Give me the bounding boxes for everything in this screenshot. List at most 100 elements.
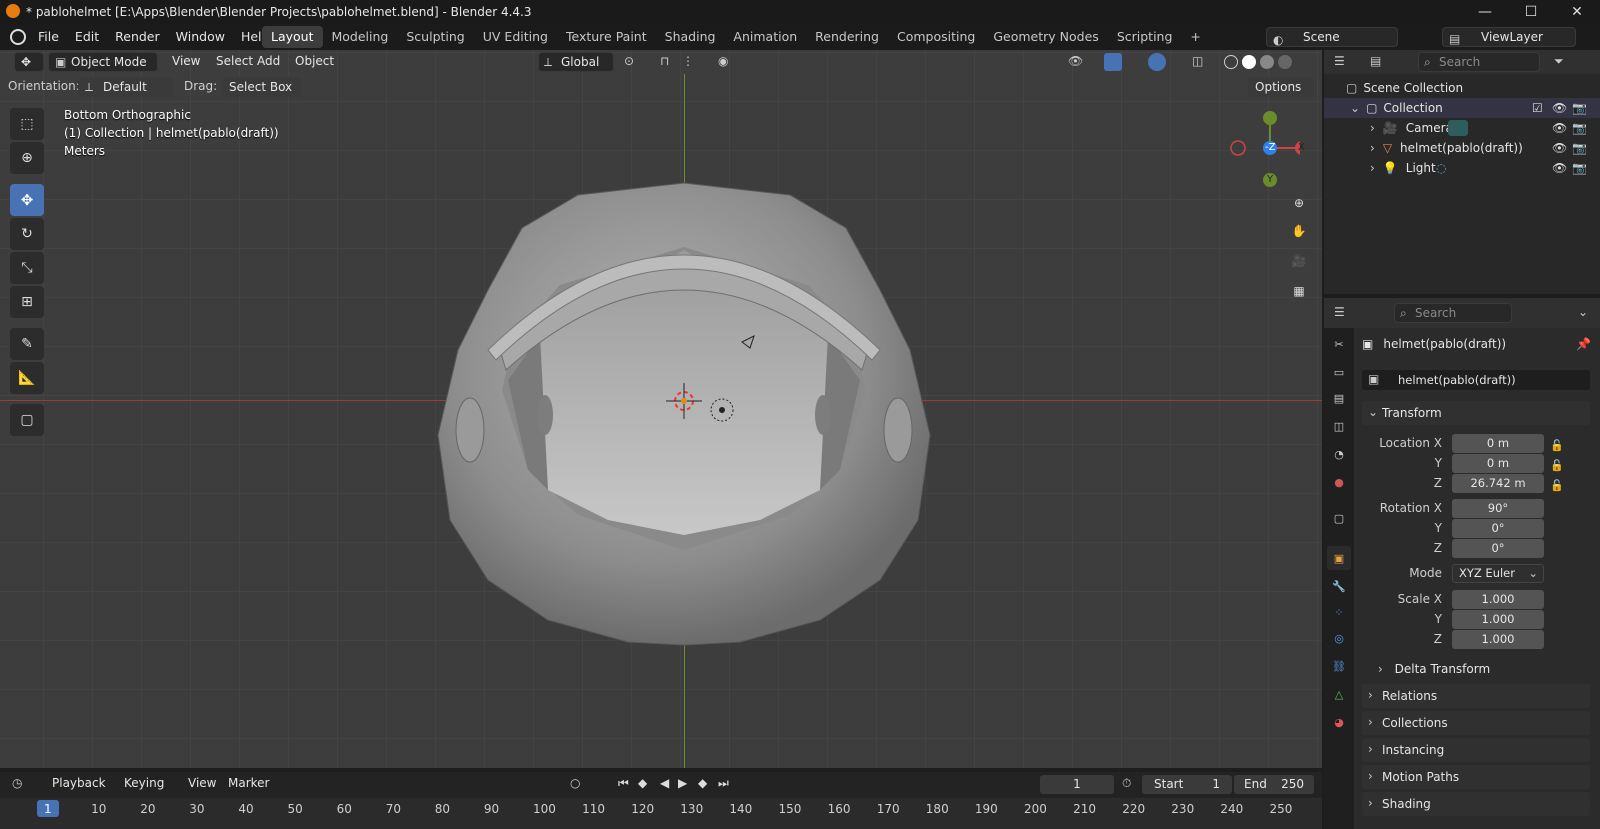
rotation-y-field[interactable]: 0° bbox=[1452, 519, 1544, 538]
scene-selector[interactable]: ◐ Scene bbox=[1266, 27, 1398, 47]
transform-tool[interactable]: ⊞ bbox=[10, 286, 44, 318]
move-tool[interactable]: ✥ bbox=[10, 184, 44, 216]
tab-layout[interactable]: Layout bbox=[262, 26, 323, 48]
outliner-collection[interactable]: ⌄ ▢ Collection ☑ 👁 📷 bbox=[1324, 98, 1600, 118]
snap-icon[interactable]: ⊓ bbox=[660, 54, 669, 68]
delta-transform-subpanel[interactable]: › Delta Transform bbox=[1378, 662, 1490, 676]
light-visibility-icon[interactable]: 👁 bbox=[1552, 161, 1567, 175]
timeline-menu-keying[interactable]: Keying bbox=[124, 776, 164, 790]
visibility-icon[interactable]: 👁 bbox=[1068, 54, 1083, 68]
current-frame-field[interactable]: 1 bbox=[1040, 775, 1114, 794]
helmet-mesh[interactable] bbox=[0, 50, 1322, 768]
tab-animation[interactable]: Animation bbox=[724, 26, 806, 48]
close-button[interactable]: ✕ bbox=[1554, 0, 1600, 24]
material-tab-icon[interactable]: ◕ bbox=[1331, 714, 1347, 730]
collection-render-icon[interactable]: 📷 bbox=[1572, 101, 1587, 115]
collections-panel-header[interactable]: › Collections bbox=[1362, 711, 1590, 735]
tab-modeling[interactable]: Modeling bbox=[323, 26, 398, 48]
data-tab-icon[interactable]: △ bbox=[1331, 686, 1347, 702]
location-z-lock-icon[interactable]: 🔓 bbox=[1550, 476, 1564, 496]
rotation-mode-dropdown[interactable]: XYZ Euler ⌄ bbox=[1452, 564, 1544, 583]
tab-scripting[interactable]: Scripting bbox=[1108, 26, 1182, 48]
navigation-gizmo[interactable] bbox=[1220, 108, 1300, 188]
outliner-editor-icon[interactable]: ☰ bbox=[1334, 54, 1345, 68]
options-dropdown[interactable]: Options bbox=[1248, 77, 1314, 97]
collection-expand-icon[interactable]: ⌄ bbox=[1350, 101, 1360, 115]
snap-target-icon[interactable]: ⋮ bbox=[682, 54, 694, 68]
rotate-tool[interactable]: ↻ bbox=[10, 218, 44, 250]
toggle-ortho-button[interactable]: ▦ bbox=[1286, 278, 1312, 304]
properties-options-icon[interactable]: ⌄ bbox=[1578, 305, 1588, 319]
transform-orientation-selector[interactable]: ⟂ Global bbox=[538, 52, 614, 72]
outliner-item-light[interactable]: › 💡 Light ◌ 👁 📷 bbox=[1324, 158, 1600, 178]
menu-edit[interactable]: Edit bbox=[67, 26, 107, 48]
menu-render[interactable]: Render bbox=[107, 26, 168, 48]
drag-dropdown[interactable]: Select Box bbox=[222, 77, 302, 97]
gizmo-toggle-icon[interactable] bbox=[1104, 53, 1122, 71]
filter-icon[interactable]: ⏷ bbox=[1554, 54, 1564, 69]
helmet-expand-icon[interactable]: › bbox=[1370, 141, 1375, 155]
end-frame-field[interactable]: End 250 bbox=[1234, 775, 1314, 794]
scale-y-field[interactable]: 1.000 bbox=[1452, 610, 1544, 629]
location-x-lock-icon[interactable]: 🔓 bbox=[1550, 436, 1564, 456]
timeline-ruler[interactable]: 1 10 20 30 40 50 60 70 80 90 100 110 120 130 140 150 160… bbox=[0, 798, 1322, 829]
start-frame-field[interactable]: Start 1 bbox=[1142, 775, 1232, 794]
add-cube-tool[interactable]: ▢ bbox=[10, 404, 44, 436]
tab-sculpting[interactable]: Sculpting bbox=[397, 26, 473, 48]
tab-texture-paint[interactable]: Texture Paint bbox=[557, 26, 656, 48]
rendered-shading-icon[interactable] bbox=[1278, 55, 1292, 69]
timeline-menu-playback[interactable]: Playback bbox=[52, 776, 106, 790]
light-render-icon[interactable]: 📷 bbox=[1572, 161, 1587, 175]
overlays-toggle-icon[interactable] bbox=[1148, 53, 1166, 71]
rotation-z-field[interactable]: 0° bbox=[1452, 539, 1544, 558]
tab-rendering[interactable]: Rendering bbox=[806, 26, 888, 48]
xray-icon[interactable]: ◫ bbox=[1192, 54, 1203, 68]
solid-shading-icon[interactable] bbox=[1242, 55, 1256, 69]
shading-panel-header[interactable]: › Shading bbox=[1362, 792, 1590, 816]
rotation-x-field[interactable]: 90° bbox=[1452, 499, 1544, 518]
view-layer-tab-icon[interactable]: ◫ bbox=[1331, 418, 1347, 434]
add-workspace-button[interactable]: + bbox=[1181, 26, 1209, 48]
instancing-panel-header[interactable]: › Instancing bbox=[1362, 738, 1590, 762]
select-box-tool[interactable]: ⬚ bbox=[10, 108, 44, 140]
scale-z-field[interactable]: 1.000 bbox=[1452, 630, 1544, 649]
viewport-menu-select[interactable]: Select bbox=[216, 54, 253, 68]
output-tab-icon[interactable]: ▤ bbox=[1331, 390, 1347, 406]
tab-compositing[interactable]: Compositing bbox=[888, 26, 984, 48]
collection-checkbox-icon[interactable]: ☑ bbox=[1532, 101, 1543, 115]
material-shading-icon[interactable] bbox=[1260, 55, 1274, 69]
jump-start-icon[interactable]: ⏮ bbox=[618, 776, 629, 791]
minimize-button[interactable]: — bbox=[1462, 0, 1508, 24]
timeline-menu-marker[interactable]: Marker bbox=[228, 776, 269, 790]
viewport-menu-object[interactable]: Object bbox=[295, 54, 334, 68]
menu-window[interactable]: Window bbox=[168, 26, 233, 48]
location-z-field[interactable]: 26.742 m bbox=[1452, 474, 1544, 493]
properties-search-input[interactable]: ⌕ Search bbox=[1394, 303, 1512, 323]
viewport-menu-view[interactable]: View bbox=[172, 54, 200, 68]
motion-paths-panel-header[interactable]: › Motion Paths bbox=[1362, 765, 1590, 789]
3d-viewport[interactable]: ✥ ▣ Object Mode View Select Add Object ⟂… bbox=[0, 50, 1322, 768]
cursor-tool[interactable]: ⊕ bbox=[10, 142, 44, 174]
timeline-menu-view[interactable]: View bbox=[188, 776, 216, 790]
datablock-field[interactable]: ▣ helmet(pablo(draft)) bbox=[1362, 370, 1590, 390]
editor-type-button[interactable]: ✥ bbox=[14, 52, 44, 72]
pivot-point-icon[interactable]: ⊙ bbox=[624, 54, 634, 68]
jump-next-keyframe-icon[interactable]: ◆ bbox=[698, 776, 707, 790]
jump-prev-keyframe-icon[interactable]: ◆ bbox=[638, 776, 647, 790]
menu-file[interactable]: File bbox=[30, 26, 67, 48]
jump-end-icon[interactable]: ⏭ bbox=[718, 776, 729, 791]
camera-view-button[interactable]: 🎥 bbox=[1286, 248, 1312, 274]
outliner-scene-collection[interactable]: ▢ Scene Collection bbox=[1346, 78, 1463, 98]
orientation-dropdown[interactable]: ⟂ Default bbox=[78, 77, 174, 97]
tab-shading[interactable]: Shading bbox=[656, 26, 725, 48]
measure-tool[interactable]: 📐 bbox=[10, 362, 44, 394]
pin-icon[interactable]: 📌 bbox=[1576, 337, 1591, 351]
auto-keying-icon[interactable]: ○ bbox=[570, 776, 580, 790]
render-tab-icon[interactable]: ▭ bbox=[1331, 364, 1347, 380]
light-data-icon[interactable]: ◌ bbox=[1436, 161, 1446, 175]
timeline-editor-icon[interactable]: ◷ bbox=[12, 776, 22, 790]
wireframe-shading-icon[interactable] bbox=[1224, 55, 1238, 69]
properties-editor-icon[interactable]: ☰ bbox=[1334, 305, 1345, 319]
light-expand-icon[interactable]: › bbox=[1370, 161, 1375, 175]
camera-data-icon[interactable] bbox=[1448, 120, 1468, 136]
